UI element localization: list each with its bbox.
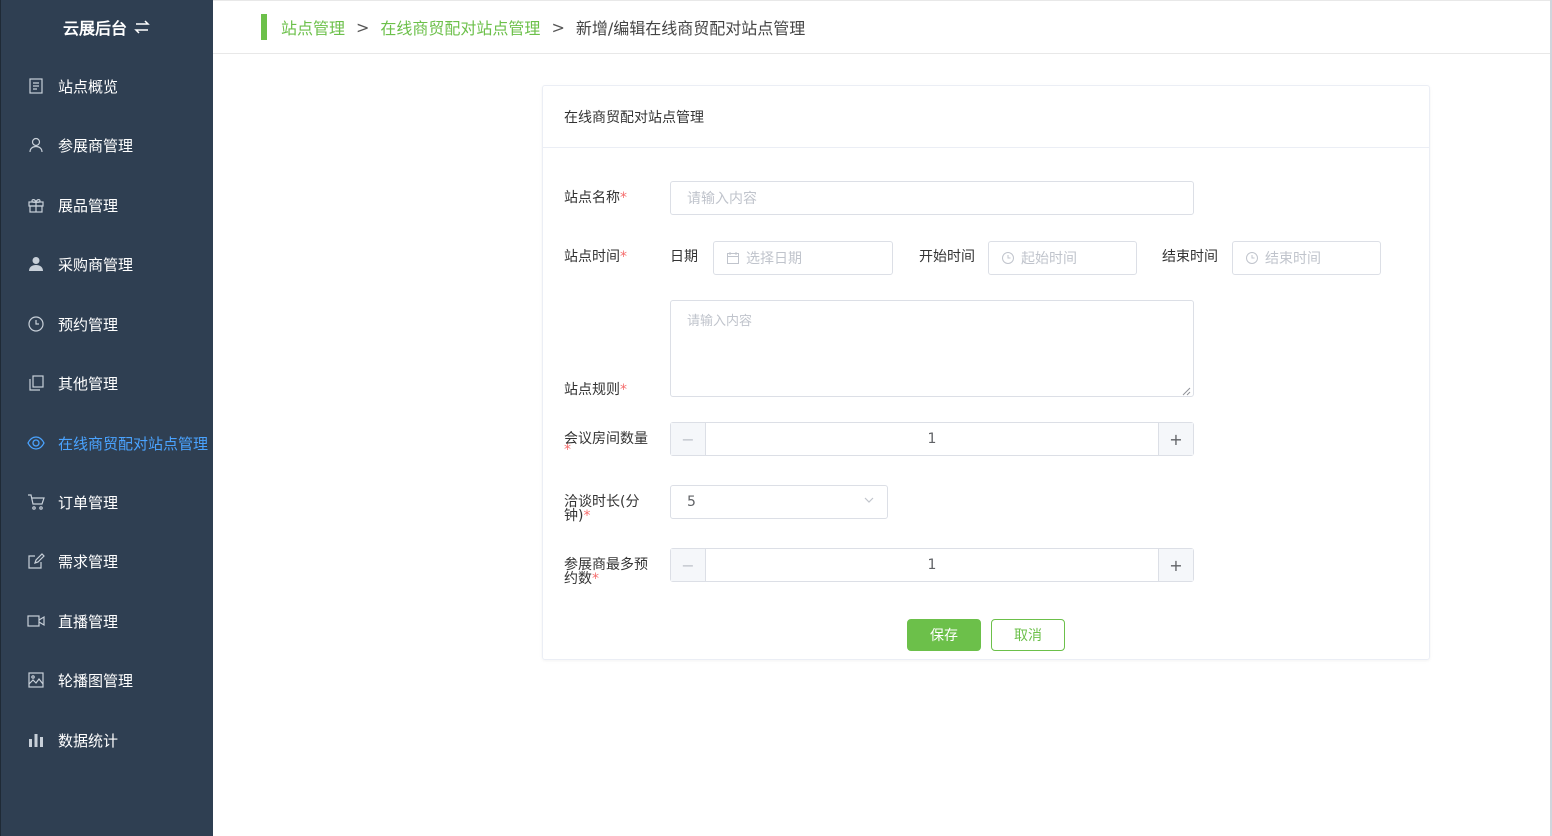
breadcrumb-item-site-management[interactable]: 站点管理	[281, 15, 345, 39]
required-mark: *	[620, 249, 627, 265]
brand-title: 云展后台	[62, 19, 127, 38]
sidebar-item-site-overview[interactable]: 站点概览	[1, 66, 214, 106]
sidebar-item-demands[interactable]: 需求管理	[1, 541, 214, 581]
end-time-placeholder: 结束时间	[1265, 251, 1321, 267]
brand: 云展后台	[1, 0, 213, 54]
end-time-picker[interactable]: 结束时间	[1232, 241, 1381, 275]
date-picker[interactable]: 选择日期	[713, 241, 893, 275]
room-count-value[interactable]: 1	[706, 423, 1158, 455]
gift-icon	[27, 196, 45, 214]
site-name-input[interactable]: 请输入内容	[670, 181, 1194, 215]
document-icon	[27, 77, 45, 95]
sidebar-item-booking[interactable]: 预约管理	[1, 304, 214, 344]
video-icon	[27, 612, 45, 630]
cart-icon	[27, 493, 45, 511]
sidebar-item-label: 订单管理	[58, 493, 119, 512]
site-name-placeholder: 请输入内容	[687, 191, 757, 207]
sidebar-item-orders[interactable]: 订单管理	[1, 482, 214, 522]
max-booking-label-line1: 参展商最多预	[564, 557, 648, 573]
chevron-down-icon	[863, 494, 875, 510]
site-rules-textarea[interactable]: 请输入内容	[670, 300, 1194, 397]
bar-chart-icon	[27, 731, 45, 749]
max-booking-label: 参展商最多预 约数*	[564, 558, 664, 586]
start-time-label: 开始时间	[919, 249, 975, 265]
clock-icon	[1001, 251, 1015, 265]
date-label: 日期	[670, 249, 698, 265]
site-rules-label: 站点规则*	[564, 383, 627, 397]
duration-select[interactable]: 5	[670, 485, 888, 519]
room-count-label-text: 会议房间数量	[564, 431, 648, 447]
sidebar-item-label: 在线商贸配对站点管理	[58, 434, 209, 453]
breadcrumb-current: 新增/编辑在线商贸配对站点管理	[575, 19, 806, 38]
max-booking-stepper[interactable]: − 1 +	[670, 548, 1194, 582]
end-time-label: 结束时间	[1162, 249, 1218, 265]
duration-selected-value: 5	[687, 494, 696, 510]
breadcrumb: 站点管理 > 在线商贸配对站点管理 > 新增/编辑在线商贸配对站点管理	[213, 0, 1552, 54]
sidebar: 云展后台 站点概览 参展商管理 展品管理 采购商管理 预约管理 其他管理 在线商…	[0, 0, 213, 836]
site-name-label-text: 站点名称	[564, 190, 620, 206]
sidebar-item-live[interactable]: 直播管理	[1, 601, 214, 641]
sidebar-item-buyers[interactable]: 采购商管理	[1, 244, 214, 284]
site-time-label-text: 站点时间	[564, 249, 620, 265]
duration-label-line2: 钟)	[564, 508, 584, 524]
sidebar-item-label: 采购商管理	[58, 255, 134, 274]
site-time-label: 站点时间*	[564, 250, 627, 264]
duration-label: 洽谈时长(分 钟)*	[564, 495, 664, 523]
breadcrumb-item-trade-matching[interactable]: 在线商贸配对站点管理	[380, 15, 540, 39]
sidebar-item-other[interactable]: 其他管理	[1, 363, 214, 403]
increment-button[interactable]: +	[1158, 423, 1193, 455]
max-booking-value[interactable]: 1	[706, 549, 1158, 581]
copy-icon	[27, 374, 45, 392]
save-button[interactable]: 保存	[907, 619, 981, 651]
breadcrumb-accent-bar	[261, 14, 267, 40]
required-mark: *	[620, 190, 627, 206]
sidebar-item-label: 其他管理	[58, 374, 119, 393]
edit-icon	[27, 552, 45, 570]
sidebar-item-statistics[interactable]: 数据统计	[1, 720, 214, 760]
room-count-stepper[interactable]: − 1 +	[670, 422, 1194, 456]
resize-handle-icon[interactable]	[1182, 385, 1191, 396]
sidebar-item-exhibitors[interactable]: 参展商管理	[1, 125, 214, 165]
collapse-toggle-icon[interactable]	[133, 18, 151, 36]
increment-button[interactable]: +	[1158, 549, 1193, 581]
required-mark: *	[620, 382, 627, 398]
user-icon	[27, 136, 45, 154]
sidebar-item-exhibits[interactable]: 展品管理	[1, 185, 214, 225]
date-placeholder: 选择日期	[746, 251, 802, 267]
calendar-icon	[726, 251, 740, 265]
person-filled-icon	[27, 255, 45, 273]
sidebar-item-label: 站点概览	[58, 77, 119, 96]
sidebar-item-label: 需求管理	[58, 552, 119, 571]
picture-icon	[27, 671, 45, 689]
eye-icon	[27, 434, 45, 452]
form-card: 在线商贸配对站点管理 站点名称* 请输入内容 站点时间* 日期 选择日期 开始时…	[542, 85, 1430, 660]
decrement-button[interactable]: −	[671, 423, 706, 455]
cancel-button[interactable]: 取消	[991, 619, 1065, 651]
required-mark: *	[583, 508, 591, 524]
room-count-label: 会议房间数量 *	[564, 431, 664, 458]
site-rules-label-text: 站点规则	[564, 382, 620, 398]
sidebar-item-label: 参展商管理	[58, 136, 134, 155]
form-title: 在线商贸配对站点管理	[543, 86, 1429, 148]
site-rules-placeholder: 请输入内容	[687, 314, 753, 329]
duration-label-line1: 洽谈时长(分	[564, 494, 640, 510]
sidebar-item-label: 直播管理	[58, 612, 119, 631]
start-time-picker[interactable]: 起始时间	[988, 241, 1137, 275]
breadcrumb-separator: >	[356, 17, 370, 37]
sidebar-item-label: 展品管理	[58, 196, 119, 215]
required-mark: *	[564, 442, 571, 458]
required-mark: *	[592, 571, 599, 587]
max-booking-label-line2: 约数	[564, 571, 592, 587]
sidebar-item-carousel[interactable]: 轮播图管理	[1, 660, 214, 700]
sidebar-item-label: 数据统计	[58, 731, 119, 750]
site-name-label: 站点名称*	[564, 191, 627, 205]
clock-icon	[27, 315, 45, 333]
clock-icon	[1245, 251, 1259, 265]
start-time-placeholder: 起始时间	[1021, 251, 1077, 267]
sidebar-item-trade-matching[interactable]: 在线商贸配对站点管理	[1, 423, 214, 463]
sidebar-item-label: 轮播图管理	[58, 671, 134, 690]
breadcrumb-separator: >	[551, 17, 565, 37]
decrement-button[interactable]: −	[671, 549, 706, 581]
sidebar-item-label: 预约管理	[58, 315, 119, 334]
